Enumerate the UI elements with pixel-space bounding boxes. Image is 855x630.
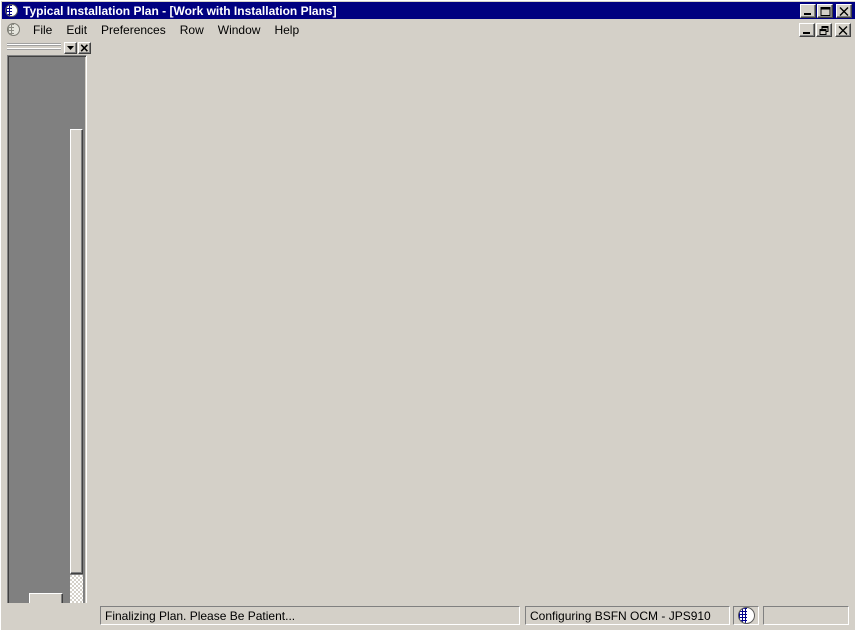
status-task-message: Configuring BSFN OCM - JPS910 xyxy=(525,606,730,625)
menu-item-file[interactable]: File xyxy=(26,21,59,39)
mdi-child-controls xyxy=(798,22,851,37)
menu-item-row[interactable]: Row xyxy=(173,21,211,39)
status-progress-message: Finalizing Plan. Please Be Patient... xyxy=(100,606,520,625)
left-panel-caption-bar xyxy=(7,41,91,54)
restore-icon xyxy=(819,25,829,35)
title-bar: Typical Installation Plan - [Work with I… xyxy=(2,2,855,19)
status-activity-indicator xyxy=(733,606,759,625)
menu-item-help[interactable]: Help xyxy=(267,21,306,39)
close-icon xyxy=(839,6,849,16)
minimize-icon xyxy=(804,12,811,15)
minimize-icon xyxy=(803,31,810,34)
mdi-minimize-button[interactable] xyxy=(799,22,815,37)
globe-icon xyxy=(737,607,755,624)
close-icon xyxy=(838,25,848,35)
close-button[interactable] xyxy=(836,3,852,18)
left-docked-panel xyxy=(7,41,91,625)
globe-icon xyxy=(7,23,20,36)
minimize-button[interactable] xyxy=(800,3,816,18)
window-title: Typical Installation Plan - [Work with I… xyxy=(23,3,337,18)
mdi-close-button[interactable] xyxy=(835,22,851,37)
left-panel-content xyxy=(7,55,87,623)
maximize-button[interactable] xyxy=(817,3,833,18)
menu-item-preferences[interactable]: Preferences xyxy=(94,21,173,39)
mdi-restore-button[interactable] xyxy=(816,22,832,37)
status-bar: Finalizing Plan. Please Be Patient... Co… xyxy=(2,603,855,628)
application-window: Typical Installation Plan - [Work with I… xyxy=(0,0,855,630)
status-spare-pane xyxy=(763,606,849,625)
left-panel-close-button[interactable] xyxy=(78,41,91,54)
scrollbar-thumb[interactable] xyxy=(70,129,83,574)
globe-icon xyxy=(5,3,18,17)
left-panel-dropdown-button[interactable] xyxy=(64,41,77,54)
left-panel-scrollbar[interactable] xyxy=(70,129,83,619)
mdi-child-system-menu[interactable] xyxy=(7,23,20,36)
chevron-down-icon xyxy=(67,45,74,50)
menu-bar: File Edit Preferences Row Window Help xyxy=(2,19,855,40)
window-system-menu[interactable] xyxy=(5,3,19,18)
menu-item-edit[interactable]: Edit xyxy=(59,21,94,39)
maximize-icon xyxy=(820,6,831,16)
close-icon xyxy=(80,43,88,52)
menu-item-window[interactable]: Window xyxy=(211,21,268,39)
mdi-client-area xyxy=(95,41,854,603)
window-controls xyxy=(799,3,852,18)
drag-grip[interactable] xyxy=(7,43,61,52)
